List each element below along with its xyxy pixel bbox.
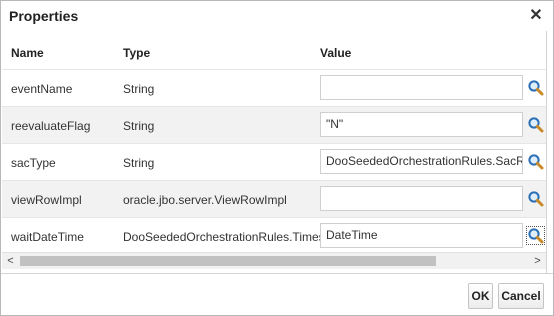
table-row[interactable]: reevaluateFlag String "N" bbox=[2, 106, 546, 144]
scroll-right-icon[interactable]: > bbox=[529, 253, 546, 269]
horizontal-scrollbar[interactable]: < > bbox=[2, 252, 546, 269]
value-field[interactable]: DateTime bbox=[320, 223, 523, 248]
search-icon[interactable] bbox=[527, 190, 544, 207]
table-header: Name Type Value bbox=[2, 31, 546, 69]
search-icon[interactable] bbox=[527, 153, 544, 170]
value-field[interactable]: DooSeededOrchestrationRules.SacResult.S bbox=[320, 149, 523, 174]
table-row[interactable]: sacType String DooSeededOrchestrationRul… bbox=[2, 143, 546, 181]
value-field[interactable] bbox=[320, 186, 523, 211]
search-icon[interactable] bbox=[527, 79, 544, 96]
scrollbar-thumb[interactable] bbox=[20, 256, 436, 266]
property-type: oracle.jbo.server.ViewRowImpl bbox=[123, 193, 287, 207]
dialog-title: Properties bbox=[9, 8, 79, 24]
property-name: reevaluateFlag bbox=[11, 119, 91, 133]
value-field[interactable] bbox=[320, 75, 523, 100]
ok-button[interactable]: OK bbox=[468, 283, 493, 309]
property-name: eventName bbox=[11, 82, 73, 96]
column-header-value: Value bbox=[320, 46, 352, 60]
property-name: sacType bbox=[11, 156, 56, 170]
property-type: String bbox=[123, 119, 155, 133]
dialog-footer: OK Cancel bbox=[1, 273, 553, 316]
value-field[interactable]: "N" bbox=[320, 112, 523, 137]
properties-table: Name Type Value eventName String reevalu… bbox=[2, 31, 547, 273]
properties-dialog: Properties ✕ Name Type Value eventName S… bbox=[0, 0, 554, 316]
property-type: String bbox=[123, 82, 155, 96]
property-type: DooSeededOrchestrationRules.Timest... bbox=[123, 230, 338, 244]
table-row[interactable]: viewRowImpl oracle.jbo.server.ViewRowImp… bbox=[2, 180, 546, 218]
column-header-name: Name bbox=[11, 46, 44, 60]
search-icon[interactable] bbox=[526, 226, 545, 245]
property-name: waitDateTime bbox=[11, 230, 84, 244]
table-row[interactable]: waitDateTime DooSeededOrchestrationRules… bbox=[2, 217, 546, 255]
scroll-left-icon[interactable]: < bbox=[2, 253, 19, 269]
table-row[interactable]: eventName String bbox=[2, 69, 546, 107]
dialog-titlebar: Properties ✕ bbox=[1, 1, 553, 31]
search-icon[interactable] bbox=[527, 116, 544, 133]
column-header-type: Type bbox=[123, 46, 151, 60]
close-icon[interactable]: ✕ bbox=[527, 6, 545, 24]
property-name: viewRowImpl bbox=[11, 193, 82, 207]
cancel-button[interactable]: Cancel bbox=[498, 283, 544, 309]
property-type: String bbox=[123, 156, 155, 170]
